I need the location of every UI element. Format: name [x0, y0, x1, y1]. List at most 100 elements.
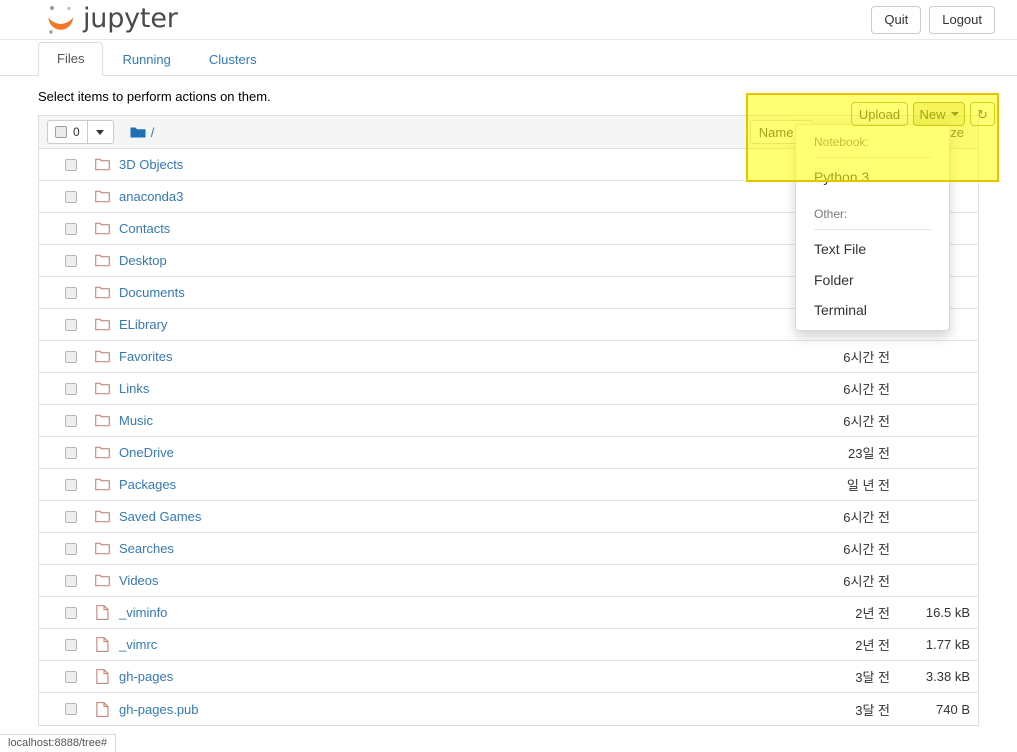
new-button-label: New	[919, 106, 946, 122]
file-size: 3.38 kB	[925, 669, 970, 684]
row-checkbox[interactable]	[65, 254, 77, 267]
row-checkbox[interactable]	[65, 446, 77, 459]
file-name-link[interactable]: Searches	[119, 541, 174, 556]
file-name-link[interactable]: 3D Objects	[119, 157, 183, 172]
file-modified: 일 년 전	[846, 478, 890, 493]
dropdown-item-folder[interactable]: Folder	[796, 265, 949, 295]
row-checkbox[interactable]	[65, 350, 77, 363]
folder-outline-icon	[95, 190, 110, 203]
row-checkbox[interactable]	[65, 606, 77, 619]
table-row[interactable]: gh-pages.pub 3달 전 740 B	[39, 693, 978, 725]
select-all-group: 0	[47, 120, 114, 144]
tab-bar: Files Running Clusters	[0, 40, 1017, 76]
dropdown-item-text-file[interactable]: Text File	[796, 234, 949, 264]
file-name-link[interactable]: _vimrc	[119, 637, 157, 652]
row-checkbox[interactable]	[65, 670, 77, 683]
file-modified: 6시간 전	[843, 382, 890, 397]
file-name-link[interactable]: Music	[119, 413, 153, 428]
chevron-down-icon	[96, 129, 105, 135]
row-checkbox[interactable]	[65, 190, 77, 203]
table-row[interactable]: _viminfo 2년 전 16.5 kB	[39, 597, 978, 629]
file-modified: 3달 전	[855, 702, 890, 718]
new-button[interactable]: New	[913, 102, 965, 126]
file-size: 16.5 kB	[925, 605, 970, 620]
file-name-link[interactable]: anaconda3	[119, 189, 183, 204]
status-bar-url: localhost:8888/tree#	[0, 734, 117, 752]
select-all-button[interactable]: 0	[47, 120, 88, 144]
file-name-link[interactable]: Desktop	[119, 253, 167, 268]
file-name-link[interactable]: _viminfo	[119, 605, 167, 620]
table-row[interactable]: Favorites 6시간 전	[39, 341, 978, 373]
row-checkbox[interactable]	[65, 414, 77, 427]
row-checkbox[interactable]	[65, 478, 77, 491]
file-modified: 6시간 전	[843, 542, 890, 557]
table-row[interactable]: Videos 6시간 전	[39, 565, 978, 597]
file-icon	[96, 637, 109, 652]
folder-icon	[130, 127, 146, 137]
file-name-link[interactable]: Saved Games	[119, 509, 201, 524]
file-name-link[interactable]: Contacts	[119, 221, 170, 236]
folder-outline-icon	[95, 318, 110, 331]
row-checkbox[interactable]	[65, 318, 77, 331]
jupyter-logo-text: jupyter	[83, 3, 178, 34]
table-row[interactable]: Links 6시간 전	[39, 373, 978, 405]
file-name-link[interactable]: gh-pages.pub	[119, 702, 199, 717]
select-all-checkbox[interactable]	[55, 126, 67, 138]
file-size: 740 B	[936, 701, 970, 717]
file-name-link[interactable]: Links	[119, 381, 149, 396]
folder-outline-icon	[95, 414, 110, 427]
folder-outline-icon	[95, 542, 110, 555]
file-modified: 23일 전	[848, 446, 890, 461]
select-dropdown-button[interactable]	[87, 120, 114, 144]
row-checkbox[interactable]	[65, 158, 77, 171]
quit-button[interactable]: Quit	[871, 6, 922, 34]
file-modified: 6시간 전	[843, 510, 890, 525]
file-name-link[interactable]: Packages	[119, 477, 176, 492]
folder-outline-icon	[95, 382, 110, 395]
row-checkbox[interactable]	[65, 638, 77, 651]
selected-count: 0	[73, 125, 80, 139]
dropdown-header-other: Other:	[814, 207, 848, 222]
breadcrumb: /	[130, 125, 155, 140]
file-icon	[96, 605, 109, 620]
file-name-link[interactable]: Videos	[119, 573, 159, 588]
row-checkbox[interactable]	[65, 382, 77, 395]
tab-clusters[interactable]: Clusters	[190, 43, 276, 76]
tab-running[interactable]: Running	[103, 43, 189, 76]
row-checkbox[interactable]	[65, 703, 77, 715]
folder-outline-icon	[95, 158, 110, 171]
tab-files[interactable]: Files	[38, 42, 104, 76]
folder-outline-icon	[95, 510, 110, 523]
file-name-link[interactable]: ELibrary	[119, 317, 167, 332]
row-checkbox[interactable]	[65, 510, 77, 523]
chevron-down-icon	[950, 112, 959, 116]
file-name-link[interactable]: gh-pages	[119, 669, 173, 684]
table-row[interactable]: Saved Games 6시간 전	[39, 501, 978, 533]
logout-button[interactable]: Logout	[929, 6, 995, 34]
table-row[interactable]: gh-pages 3달 전 3.38 kB	[39, 661, 978, 693]
table-row[interactable]: Packages 일 년 전	[39, 469, 978, 501]
dropdown-item-terminal[interactable]: Terminal	[796, 295, 949, 325]
row-checkbox[interactable]	[65, 574, 77, 587]
file-name-link[interactable]: OneDrive	[119, 445, 174, 460]
app-header: jupyter Quit Logout	[0, 0, 1017, 40]
table-row[interactable]: OneDrive 23일 전	[39, 437, 978, 469]
file-name-link[interactable]: Favorites	[119, 349, 172, 364]
folder-outline-icon	[95, 478, 110, 491]
file-name-link[interactable]: Documents	[119, 285, 185, 300]
table-row[interactable]: Searches 6시간 전	[39, 533, 978, 565]
table-row[interactable]: _vimrc 2년 전 1.77 kB	[39, 629, 978, 661]
table-row[interactable]: Music 6시간 전	[39, 405, 978, 437]
file-modified: 3달 전	[855, 670, 890, 685]
jupyter-logo[interactable]: jupyter	[45, 2, 178, 38]
breadcrumb-root[interactable]: /	[151, 125, 155, 140]
file-modified: 2년 전	[855, 606, 890, 621]
upload-button[interactable]: Upload	[851, 102, 908, 126]
file-modified: 2년 전	[855, 638, 890, 653]
row-checkbox[interactable]	[65, 286, 77, 299]
refresh-button[interactable]: ↻	[970, 102, 995, 126]
row-checkbox[interactable]	[65, 542, 77, 555]
row-checkbox[interactable]	[65, 222, 77, 235]
folder-outline-icon	[95, 254, 110, 267]
folder-outline-icon	[95, 350, 110, 363]
